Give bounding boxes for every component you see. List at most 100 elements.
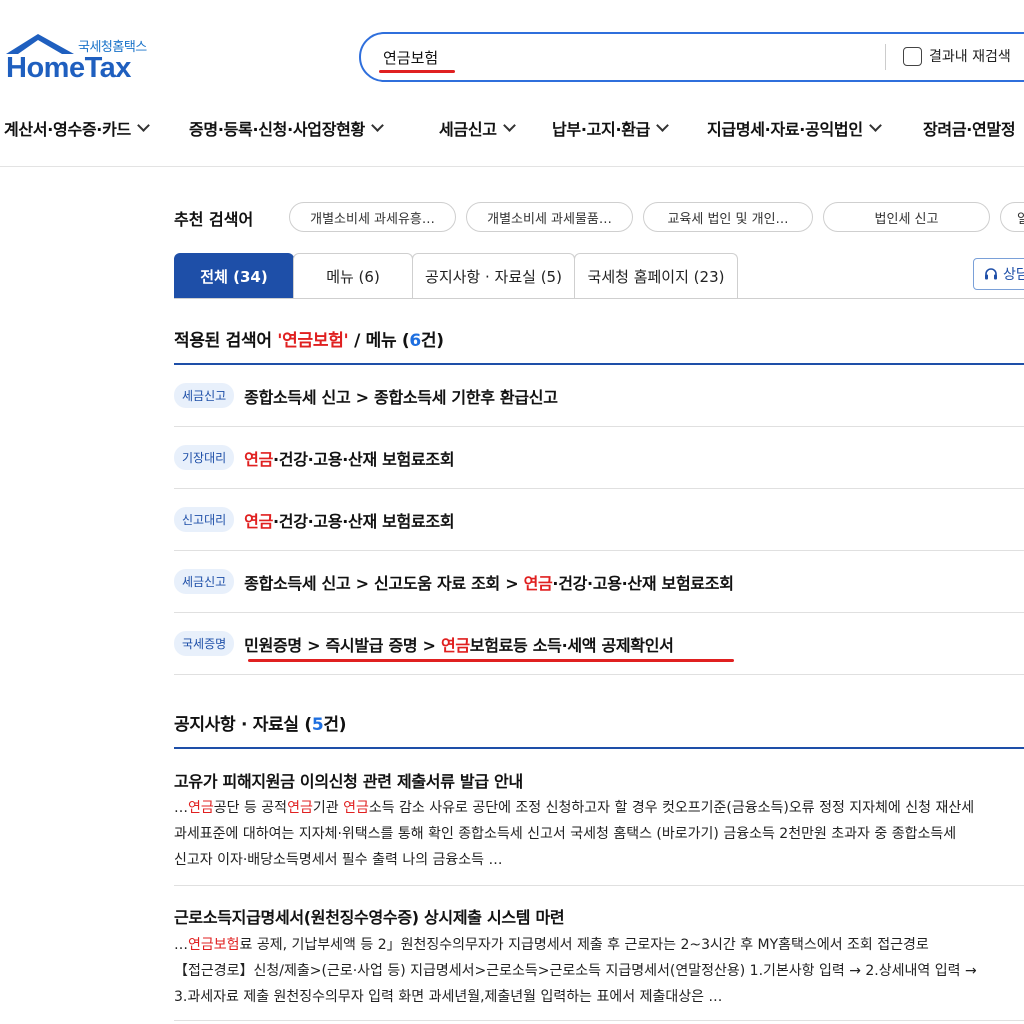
snippet-highlight: 연금보험: [188, 937, 240, 953]
search-box[interactable]: 연금보험 결과내 재검색: [359, 32, 1024, 82]
path-text: 민원증명 > 즉시발급 증명 >: [244, 635, 441, 655]
notice-section-line: [174, 747, 1024, 749]
notice-section-title: 공지사항 · 자료실 (5건): [174, 710, 347, 735]
menu-section-suffix: 건): [420, 331, 444, 351]
notice-snippet-line: 【접근경로】신청/제출>(근로·사업 등) 지급명세서>근로소득>근로소득 지급…: [174, 963, 977, 979]
notice-snippet: …연금보험료 공제, 기납부세액 등 2」원천징수의무자가 지급명세서 제출 후…: [174, 932, 1024, 1010]
consult-label: 상담: [1003, 267, 1024, 283]
search-divider: [885, 44, 886, 70]
category-badge: 세금신고: [174, 383, 235, 408]
research-label: 결과내 재검색: [929, 49, 1011, 65]
path-highlight: 연금: [523, 573, 553, 593]
notice-snippet-line: 신고자 이자·배당소득명세서 필수 출력 나의 금융소득 …: [174, 852, 503, 868]
menu-section-title: 적용된 검색어 '연금보험' / 메뉴 (6건): [174, 326, 444, 351]
menu-result-row[interactable]: 신고대리 연금·건강·고용·산재 보험료조회: [174, 489, 1024, 551]
snippet-text: 기관: [312, 800, 344, 816]
chevron-down-icon: [137, 119, 150, 132]
recommended-chip[interactable]: 법인세 신고: [823, 202, 990, 232]
notice-snippet-line: 과세표준에 대하여는 지자체·위택스를 통해 확인 종합소득세 신고서 국세청 …: [174, 826, 957, 842]
notice-snippet: …연금공단 등 공적연금기관 연금소득 감소 사유로 공단에 조정 신청하고자 …: [174, 795, 1024, 873]
menu-path[interactable]: 연금·건강·고용·산재 보험료조회: [244, 446, 454, 470]
result-underline: [248, 659, 734, 662]
menu-result-row[interactable]: 세금신고 종합소득세 신고 > 신고도움 자료 조회 > 연금·건강·고용·산재…: [174, 551, 1024, 613]
tab-all[interactable]: 전체 (34): [174, 253, 294, 299]
tabs-baseline: [174, 298, 1024, 299]
logo-wordmark: HomeTax: [6, 52, 131, 84]
nav-divider: [0, 166, 1024, 167]
main-nav: 계산서·영수증·카드 증명·등록·신청·사업장현황 세금신고 납부·고지·환급 …: [0, 108, 1024, 148]
path-text: 종합소득세 신고 > 종합소득세 기한후 환급신고: [244, 387, 558, 407]
notice-title-link[interactable]: 고유가 피해지원금 이의신청 관련 제출서류 발급 안내: [174, 768, 523, 792]
notice-snippet-line: …연금공단 등 공적연금기관 연금소득 감소 사유로 공단에 조정 신청하고자 …: [174, 795, 1024, 821]
snippet-text: 공단 등 공적: [213, 800, 288, 816]
path-text: ·건강·고용·산재 보험료조회: [273, 511, 455, 531]
recommended-chip[interactable]: 개별소비세 과세물품…: [466, 202, 633, 232]
notice-count: 5: [311, 715, 324, 735]
category-badge: 국세증명: [174, 631, 235, 656]
snippet-highlight: 연금: [343, 800, 369, 816]
category-badge: 기장대리: [174, 445, 235, 470]
path-text: ·건강·고용·산재 보험료조회: [273, 449, 455, 469]
research-toggle[interactable]: 결과내 재검색: [903, 46, 1011, 66]
snippet-text: …: [174, 937, 188, 953]
path-text: ·건강·고용·산재 보험료조회: [552, 573, 734, 593]
snippet-highlight: 연금: [287, 800, 313, 816]
menu-path[interactable]: 종합소득세 신고 > 종합소득세 기한후 환급신고: [244, 384, 558, 408]
recommended-chip[interactable]: 개별소비세 과세유흥…: [289, 202, 456, 232]
menu-path[interactable]: 종합소득세 신고 > 신고도움 자료 조회 > 연금·건강·고용·산재 보험료조…: [244, 570, 734, 594]
menu-count: 6: [409, 331, 421, 351]
nav-item-label: 장려금·연말정: [923, 120, 1016, 139]
menu-path[interactable]: 민원증명 > 즉시발급 증명 > 연금보험료등 소득·세액 공제확인서: [244, 632, 674, 656]
notice-section-suffix: 건): [323, 715, 347, 735]
menu-section-prefix: 적용된 검색어: [174, 331, 278, 351]
consult-button[interactable]: 상담: [973, 258, 1024, 290]
chevron-down-icon: [868, 119, 882, 132]
tab-menu[interactable]: 메뉴 (6): [293, 253, 413, 299]
tab-nts-homepage[interactable]: 국세청 홈페이지 (23): [574, 253, 738, 299]
menu-section-mid: / 메뉴 (: [348, 331, 410, 351]
path-highlight: 연금: [244, 449, 274, 469]
snippet-highlight: 연금: [188, 800, 214, 816]
recommended-label: 추천 검색어: [174, 210, 254, 229]
applied-keyword: '연금보험': [277, 331, 349, 351]
path-highlight: 연금: [244, 511, 274, 531]
search-query-underline: [379, 70, 455, 73]
chevron-down-icon: [502, 119, 516, 132]
notice-divider: [174, 1020, 1024, 1021]
nav-item-certificate[interactable]: 증명·등록·신청·사업장현황: [189, 116, 384, 140]
nav-item-label: 지급명세·자료·공익법인: [707, 120, 863, 139]
path-text: 종합소득세 신고 > 신고도움 자료 조회 >: [244, 573, 524, 593]
snippet-text: 소득 감소 사유로 공단에 조정 신청하고자 할 경우 컷오프기준(금융소득)오…: [368, 800, 975, 816]
recommended-chip[interactable]: 교육세 법인 및 개인…: [643, 202, 813, 232]
path-highlight: 연금: [440, 635, 470, 655]
tab-notices[interactable]: 공지사항 · 자료실 (5): [412, 253, 575, 299]
notice-title-link[interactable]: 근로소득지급명세서(원천징수영수증) 상시제출 시스템 마련: [174, 904, 565, 928]
research-checkbox[interactable]: [903, 46, 922, 66]
nav-item-payment[interactable]: 납부·고지·환급: [552, 116, 669, 140]
nav-item-label: 증명·등록·신청·사업장현황: [189, 120, 365, 139]
notice-snippet-line: …연금보험료 공제, 기납부세액 등 2」원천징수의무자가 지급명세서 제출 후…: [174, 932, 1024, 958]
menu-result-row[interactable]: 국세증명 민원증명 > 즉시발급 증명 > 연금보험료등 소득·세액 공제확인서: [174, 613, 1024, 675]
nav-item-label: 세금신고: [439, 120, 497, 139]
search-input[interactable]: 연금보험: [383, 47, 438, 68]
headset-icon: [985, 268, 997, 280]
notice-section-prefix: 공지사항 · 자료실 (: [174, 715, 312, 735]
category-badge: 세금신고: [174, 569, 235, 594]
snippet-text: …: [174, 800, 188, 816]
chevron-down-icon: [371, 119, 384, 132]
nav-item-incentive[interactable]: 장려금·연말정: [923, 116, 1016, 140]
path-text: 보험료등 소득·세액 공제확인서: [469, 635, 674, 655]
notice-divider: [174, 885, 1024, 886]
nav-item-tax-report[interactable]: 세금신고: [439, 116, 516, 140]
recommended-chip[interactable]: 일: [1000, 202, 1024, 232]
snippet-text: 료 공제, 기납부세액 등 2」원천징수의무자가 지급명세서 제출 후 근로자는…: [239, 937, 929, 953]
hometax-logo[interactable]: 국세청홈택스 HomeTax: [4, 30, 164, 86]
nav-item-label: 계산서·영수증·카드: [4, 120, 131, 139]
nav-item-invoice[interactable]: 계산서·영수증·카드: [4, 116, 150, 140]
chevron-down-icon: [656, 119, 669, 132]
menu-result-row[interactable]: 세금신고 종합소득세 신고 > 종합소득세 기한후 환급신고: [174, 365, 1024, 427]
menu-result-row[interactable]: 기장대리 연금·건강·고용·산재 보험료조회: [174, 427, 1024, 489]
nav-item-payment-statement[interactable]: 지급명세·자료·공익법인: [707, 116, 882, 140]
menu-path[interactable]: 연금·건강·고용·산재 보험료조회: [244, 508, 454, 532]
nav-item-label: 납부·고지·환급: [552, 120, 651, 139]
